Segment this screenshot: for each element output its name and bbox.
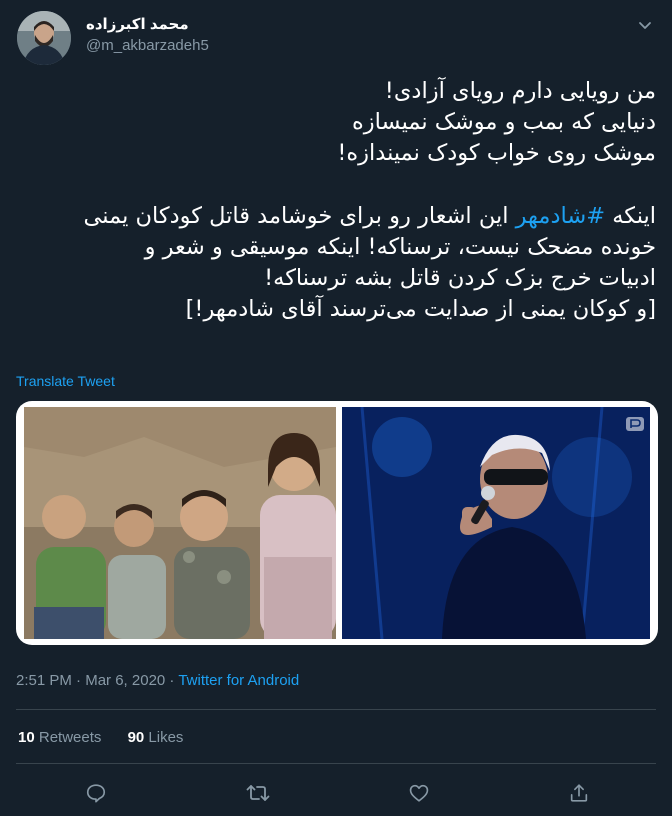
share-icon[interactable] bbox=[566, 780, 592, 806]
tweet-line: خونده مضحک نیست، ترسناکه! اینکه موسیقی و… bbox=[144, 233, 656, 260]
retweet-icon[interactable] bbox=[245, 780, 271, 806]
tweet-text-rest: این اشعار رو برای خوشامد قاتل کودکان یمن… bbox=[83, 202, 516, 229]
tweet-text: من رویایی دارم رویای آزادی! دنیایی که بم… bbox=[16, 76, 656, 325]
like-icon[interactable] bbox=[406, 780, 432, 806]
likes-stat[interactable]: 90 Likes bbox=[128, 729, 184, 746]
chevron-down-icon[interactable] bbox=[634, 14, 656, 36]
reply-icon[interactable] bbox=[83, 780, 109, 806]
tweet-line: ادبیات خرج بزک کردن قاتل بشه ترسناکه! bbox=[264, 265, 656, 292]
divider bbox=[16, 709, 656, 710]
photo-children[interactable] bbox=[24, 407, 336, 639]
media-attachment[interactable] bbox=[16, 401, 658, 645]
tweet-line: موشک روی خواب کودک نمیندازه! bbox=[337, 140, 656, 167]
tweet-source-link[interactable]: Twitter for Android bbox=[178, 672, 299, 689]
avatar[interactable] bbox=[17, 11, 71, 65]
display-name[interactable]: محمد اکبرزاده bbox=[86, 15, 189, 33]
photo-singer[interactable] bbox=[342, 407, 650, 639]
meta-separator: · bbox=[165, 672, 179, 689]
tweet-text-prefix: اینکه bbox=[605, 202, 656, 229]
tweet-time[interactable]: 2:51 PM bbox=[16, 672, 72, 689]
tweet-line: من رویایی دارم رویای آزادی! bbox=[384, 78, 656, 104]
tweet-line: اینکه #شادمهر این اشعار رو برای خوشامد ق… bbox=[16, 201, 656, 232]
user-handle[interactable]: @m_akbarzadeh5 bbox=[86, 37, 209, 54]
divider bbox=[16, 763, 656, 764]
retweets-stat[interactable]: 10 Retweets bbox=[18, 729, 101, 746]
meta-separator: · bbox=[71, 672, 86, 689]
hashtag-link[interactable]: #شادمهر bbox=[516, 203, 605, 229]
translate-tweet-link[interactable]: Translate Tweet bbox=[16, 373, 115, 389]
tweet-meta: 2:51 PM · Mar 6, 2020 · Twitter for Andr… bbox=[16, 672, 299, 689]
tweet-actions bbox=[0, 770, 672, 816]
tweet-stats: 10 Retweets 90 Likes bbox=[18, 729, 205, 746]
tweet-header: محمد اکبرزاده @m_akbarzadeh5 bbox=[0, 0, 672, 70]
likes-count: 90 bbox=[127, 729, 145, 746]
tweet-date[interactable]: Mar 6, 2020 bbox=[85, 672, 165, 689]
retweets-count: 10 bbox=[18, 729, 35, 746]
tweet-line: [و کوکان یمنی از صدایت می‌ترسند آقای شاد… bbox=[185, 296, 656, 323]
tweet-line: دنیایی که بمب و موشک نمیسازه bbox=[351, 109, 656, 136]
likes-label: Likes bbox=[144, 729, 184, 746]
retweets-label: Retweets bbox=[34, 729, 102, 746]
